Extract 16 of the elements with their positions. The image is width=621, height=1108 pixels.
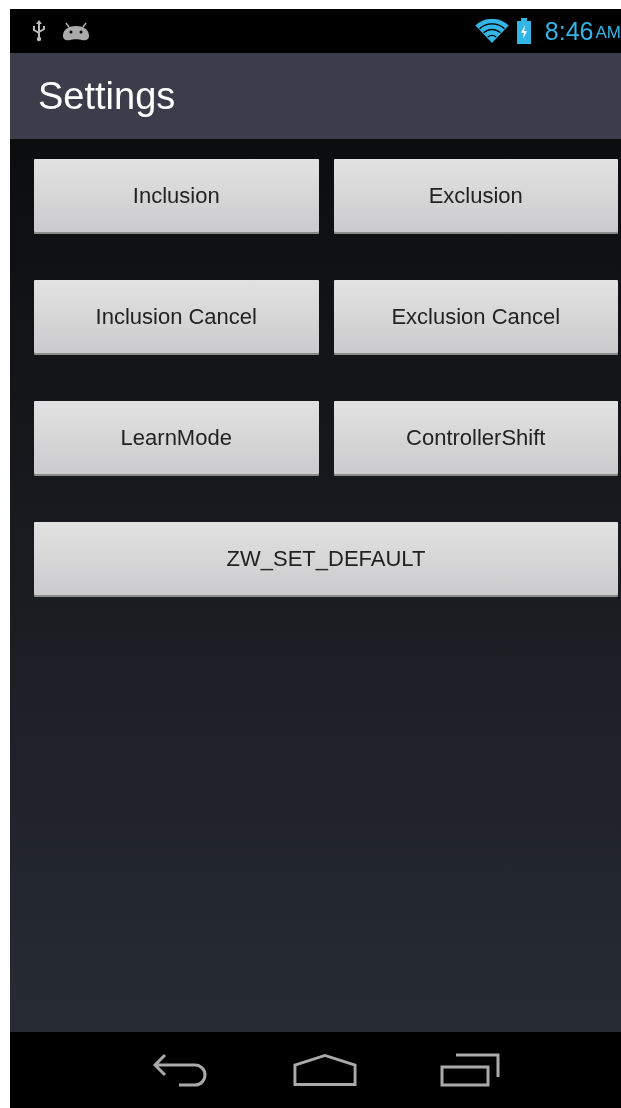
clock-meridiem: AM — [595, 22, 621, 43]
action-button[interactable]: Inclusion — [34, 159, 319, 232]
action-button[interactable]: Exclusion — [333, 159, 618, 232]
action-button[interactable]: Inclusion Cancel — [34, 280, 319, 353]
action-button[interactable]: LearnMode — [34, 401, 319, 474]
home-icon[interactable] — [293, 1053, 358, 1087]
clock-time: 8:46 — [544, 16, 594, 46]
battery-icon — [516, 18, 531, 44]
action-button[interactable]: ControllerShift — [333, 401, 618, 474]
action-button[interactable]: Exclusion Cancel — [333, 280, 618, 353]
screen-title: Settings — [38, 74, 176, 118]
android-icon — [60, 20, 92, 42]
action-button[interactable]: ZW_SET_DEFAULT — [34, 522, 618, 595]
usb-icon — [32, 20, 46, 42]
recent-apps-icon[interactable] — [439, 1053, 500, 1087]
wifi-icon — [474, 19, 509, 43]
